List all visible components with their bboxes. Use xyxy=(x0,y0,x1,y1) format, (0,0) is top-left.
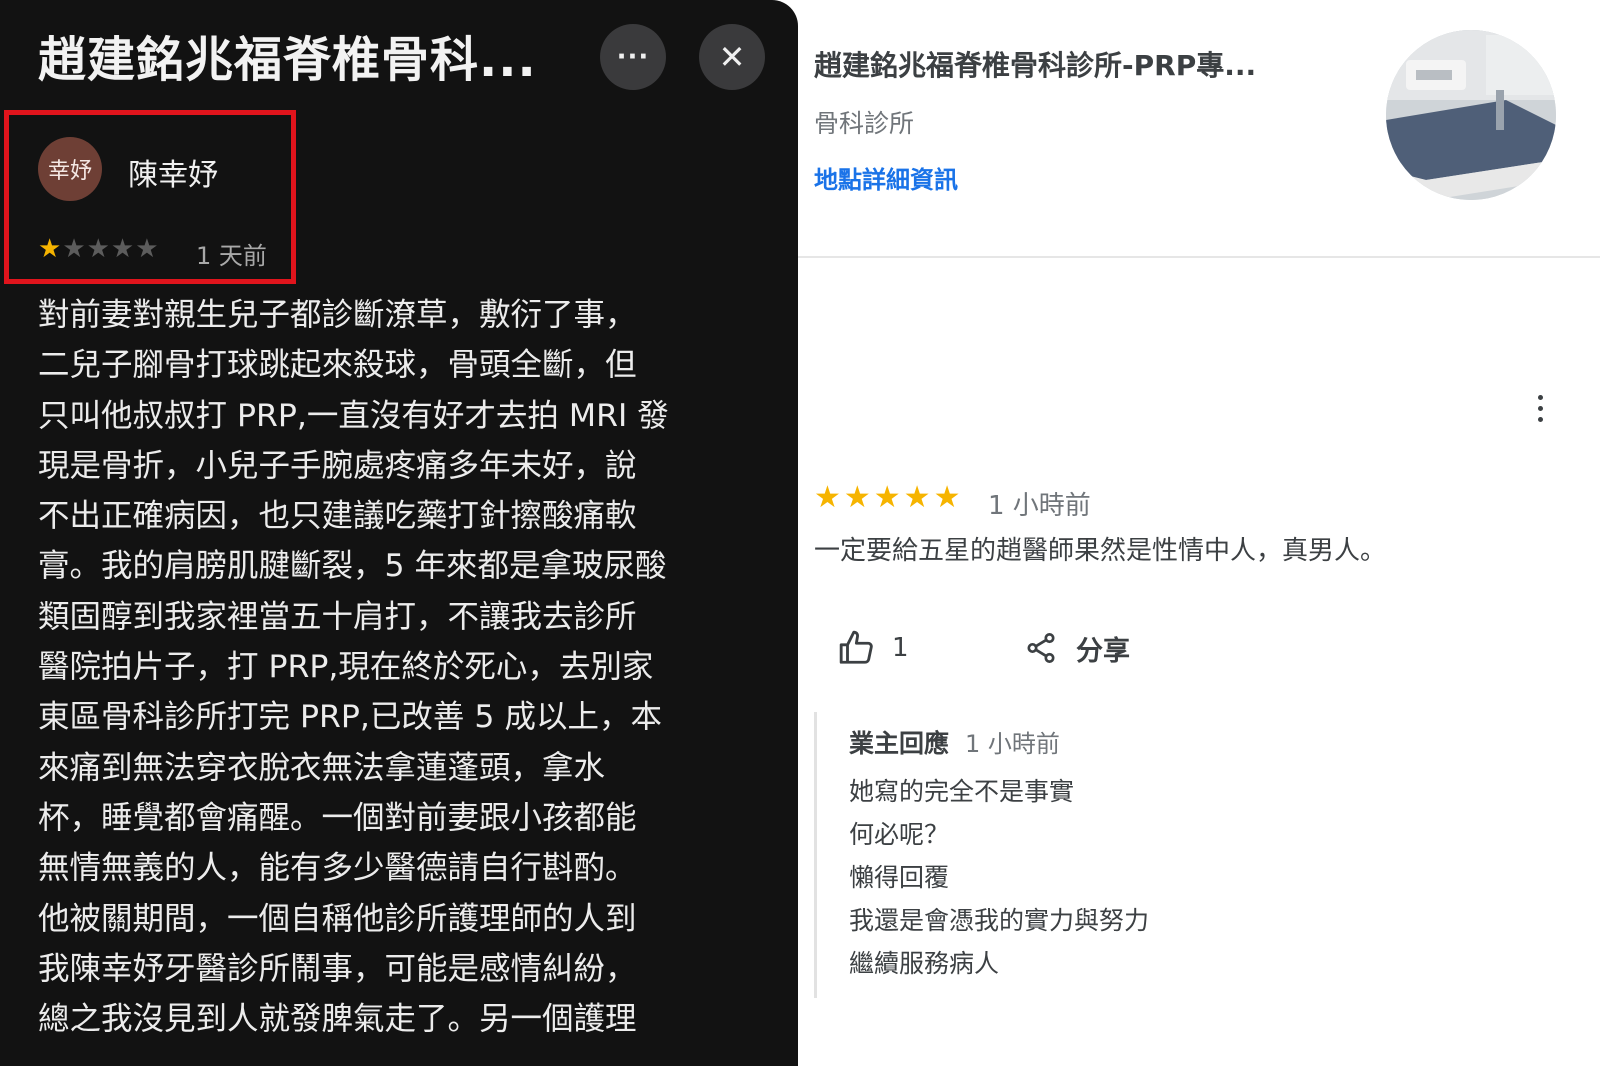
close-button[interactable]: ✕ xyxy=(699,24,765,90)
place-name[interactable]: 趙建銘兆福脊椎骨科診所-PRP專... xyxy=(814,44,1256,84)
share-button[interactable]: 分享 xyxy=(1024,626,1130,670)
thumbs-up-icon xyxy=(839,630,873,664)
owner-response-line: 繼續服務病人 xyxy=(849,949,1000,978)
review-timestamp: 1 小時前 xyxy=(988,491,1091,521)
place-review-panel: 趙建銘兆福脊椎骨科診所-PRP專... 骨科診所 地點詳細資訊 ★★★★★ 1 … xyxy=(798,0,1600,1066)
section-divider xyxy=(798,256,1600,258)
review-line: 杯，睡覺都會痛醒。一個對前妻跟小孩都能 xyxy=(38,799,637,836)
review-line: 類固醇到我家裡當五十肩打，不讓我去診所 xyxy=(38,598,637,635)
review-line: 醫院拍片子，打 PRP,現在終於死心，去別家 xyxy=(38,649,654,686)
place-details-link[interactable]: 地點詳細資訊 xyxy=(814,160,958,195)
clinic-photo-illustration xyxy=(1386,30,1556,200)
owner-response-line: 懶得回覆 xyxy=(849,863,950,892)
owner-response-text: 她寫的完全不是事實 何必呢？ 懶得回覆 我還是會憑我的實力與努力 繼續服務病人 xyxy=(849,770,1149,985)
like-button[interactable]: 1 xyxy=(838,626,909,670)
place-category: 骨科診所 xyxy=(814,109,915,138)
review-line: 膏。我的肩膀肌腱斷裂，5 年來都是拿玻尿酸 xyxy=(38,548,667,585)
like-count: 1 xyxy=(892,633,909,663)
five-star-rating: ★★★★★ xyxy=(814,480,964,515)
clinic-photo[interactable] xyxy=(1386,30,1556,200)
review-line: 總之我沒見到人就發脾氣走了。另一個護理 xyxy=(38,1001,637,1038)
review-line: 無情無義的人，能有多少醫德請自行斟酌。 xyxy=(38,850,637,887)
more-vertical-icon[interactable] xyxy=(1530,392,1550,436)
panel-title: 趙建銘兆福脊椎骨科... xyxy=(38,32,537,88)
review-line: 二兒子腳骨打球跳起來殺球，骨頭全斷，但 xyxy=(38,347,637,384)
review-line: 現是骨折，小兒子手腕處疼痛多年未好，說 xyxy=(38,447,637,484)
owner-response-line: 她寫的完全不是事實 xyxy=(849,777,1075,806)
owner-response-header: 業主回應 1 小時前 xyxy=(849,724,1060,760)
owner-response-timestamp: 1 小時前 xyxy=(965,730,1060,758)
review-text: 對前妻對親生兒子都診斷潦草，敷衍了事， 二兒子腳骨打球跳起來殺球，骨頭全斷，但 … xyxy=(38,290,758,1044)
screenshot-composite: 趙建銘兆福脊椎骨科... ··· ✕ 幸妤 陳幸妤 ★★★★★ 1 天前 對前妻… xyxy=(0,0,1600,1066)
review-detail-panel: 趙建銘兆福脊椎骨科... ··· ✕ 幸妤 陳幸妤 ★★★★★ 1 天前 對前妻… xyxy=(0,0,798,1066)
review-line: 我陳幸妤牙醫診所鬧事，可能是感情糾紛， xyxy=(38,950,637,987)
red-highlight-annotation xyxy=(4,110,296,284)
close-icon: ✕ xyxy=(718,38,746,76)
owner-response-line: 我還是會憑我的實力與努力 xyxy=(849,906,1150,935)
review-line: 東區骨科診所打完 PRP,已改善 5 成以上，本 xyxy=(38,699,662,736)
owner-response-label: 業主回應 xyxy=(849,729,950,758)
review-line: 對前妻對親生兒子都診斷潦草，敷衍了事， xyxy=(38,297,637,333)
owner-response-line: 何必呢？ xyxy=(849,820,950,849)
share-label: 分享 xyxy=(1076,635,1130,667)
review-text: 一定要給五星的趙醫師果然是性情中人，真男人。 xyxy=(814,536,1387,566)
more-horizontal-icon: ··· xyxy=(616,42,650,72)
review-line: 來痛到無法穿衣脫衣無法拿蓮蓬頭，拿水 xyxy=(38,749,606,786)
review-line: 只叫他叔叔打 PRP,一直沒有好才去拍 MRI 發 xyxy=(38,397,669,434)
review-line: 不出正確病因，也只建議吃藥打針擦酸痛軟 xyxy=(38,498,637,535)
share-icon xyxy=(1027,633,1055,663)
more-options-button[interactable]: ··· xyxy=(600,24,666,90)
review-line: 他被關期間，一個自稱他診所護理師的人到 xyxy=(38,900,637,937)
owner-response: 業主回應 1 小時前 她寫的完全不是事實 何必呢？ 懶得回覆 我還是會憑我的實力與… xyxy=(814,712,1414,998)
